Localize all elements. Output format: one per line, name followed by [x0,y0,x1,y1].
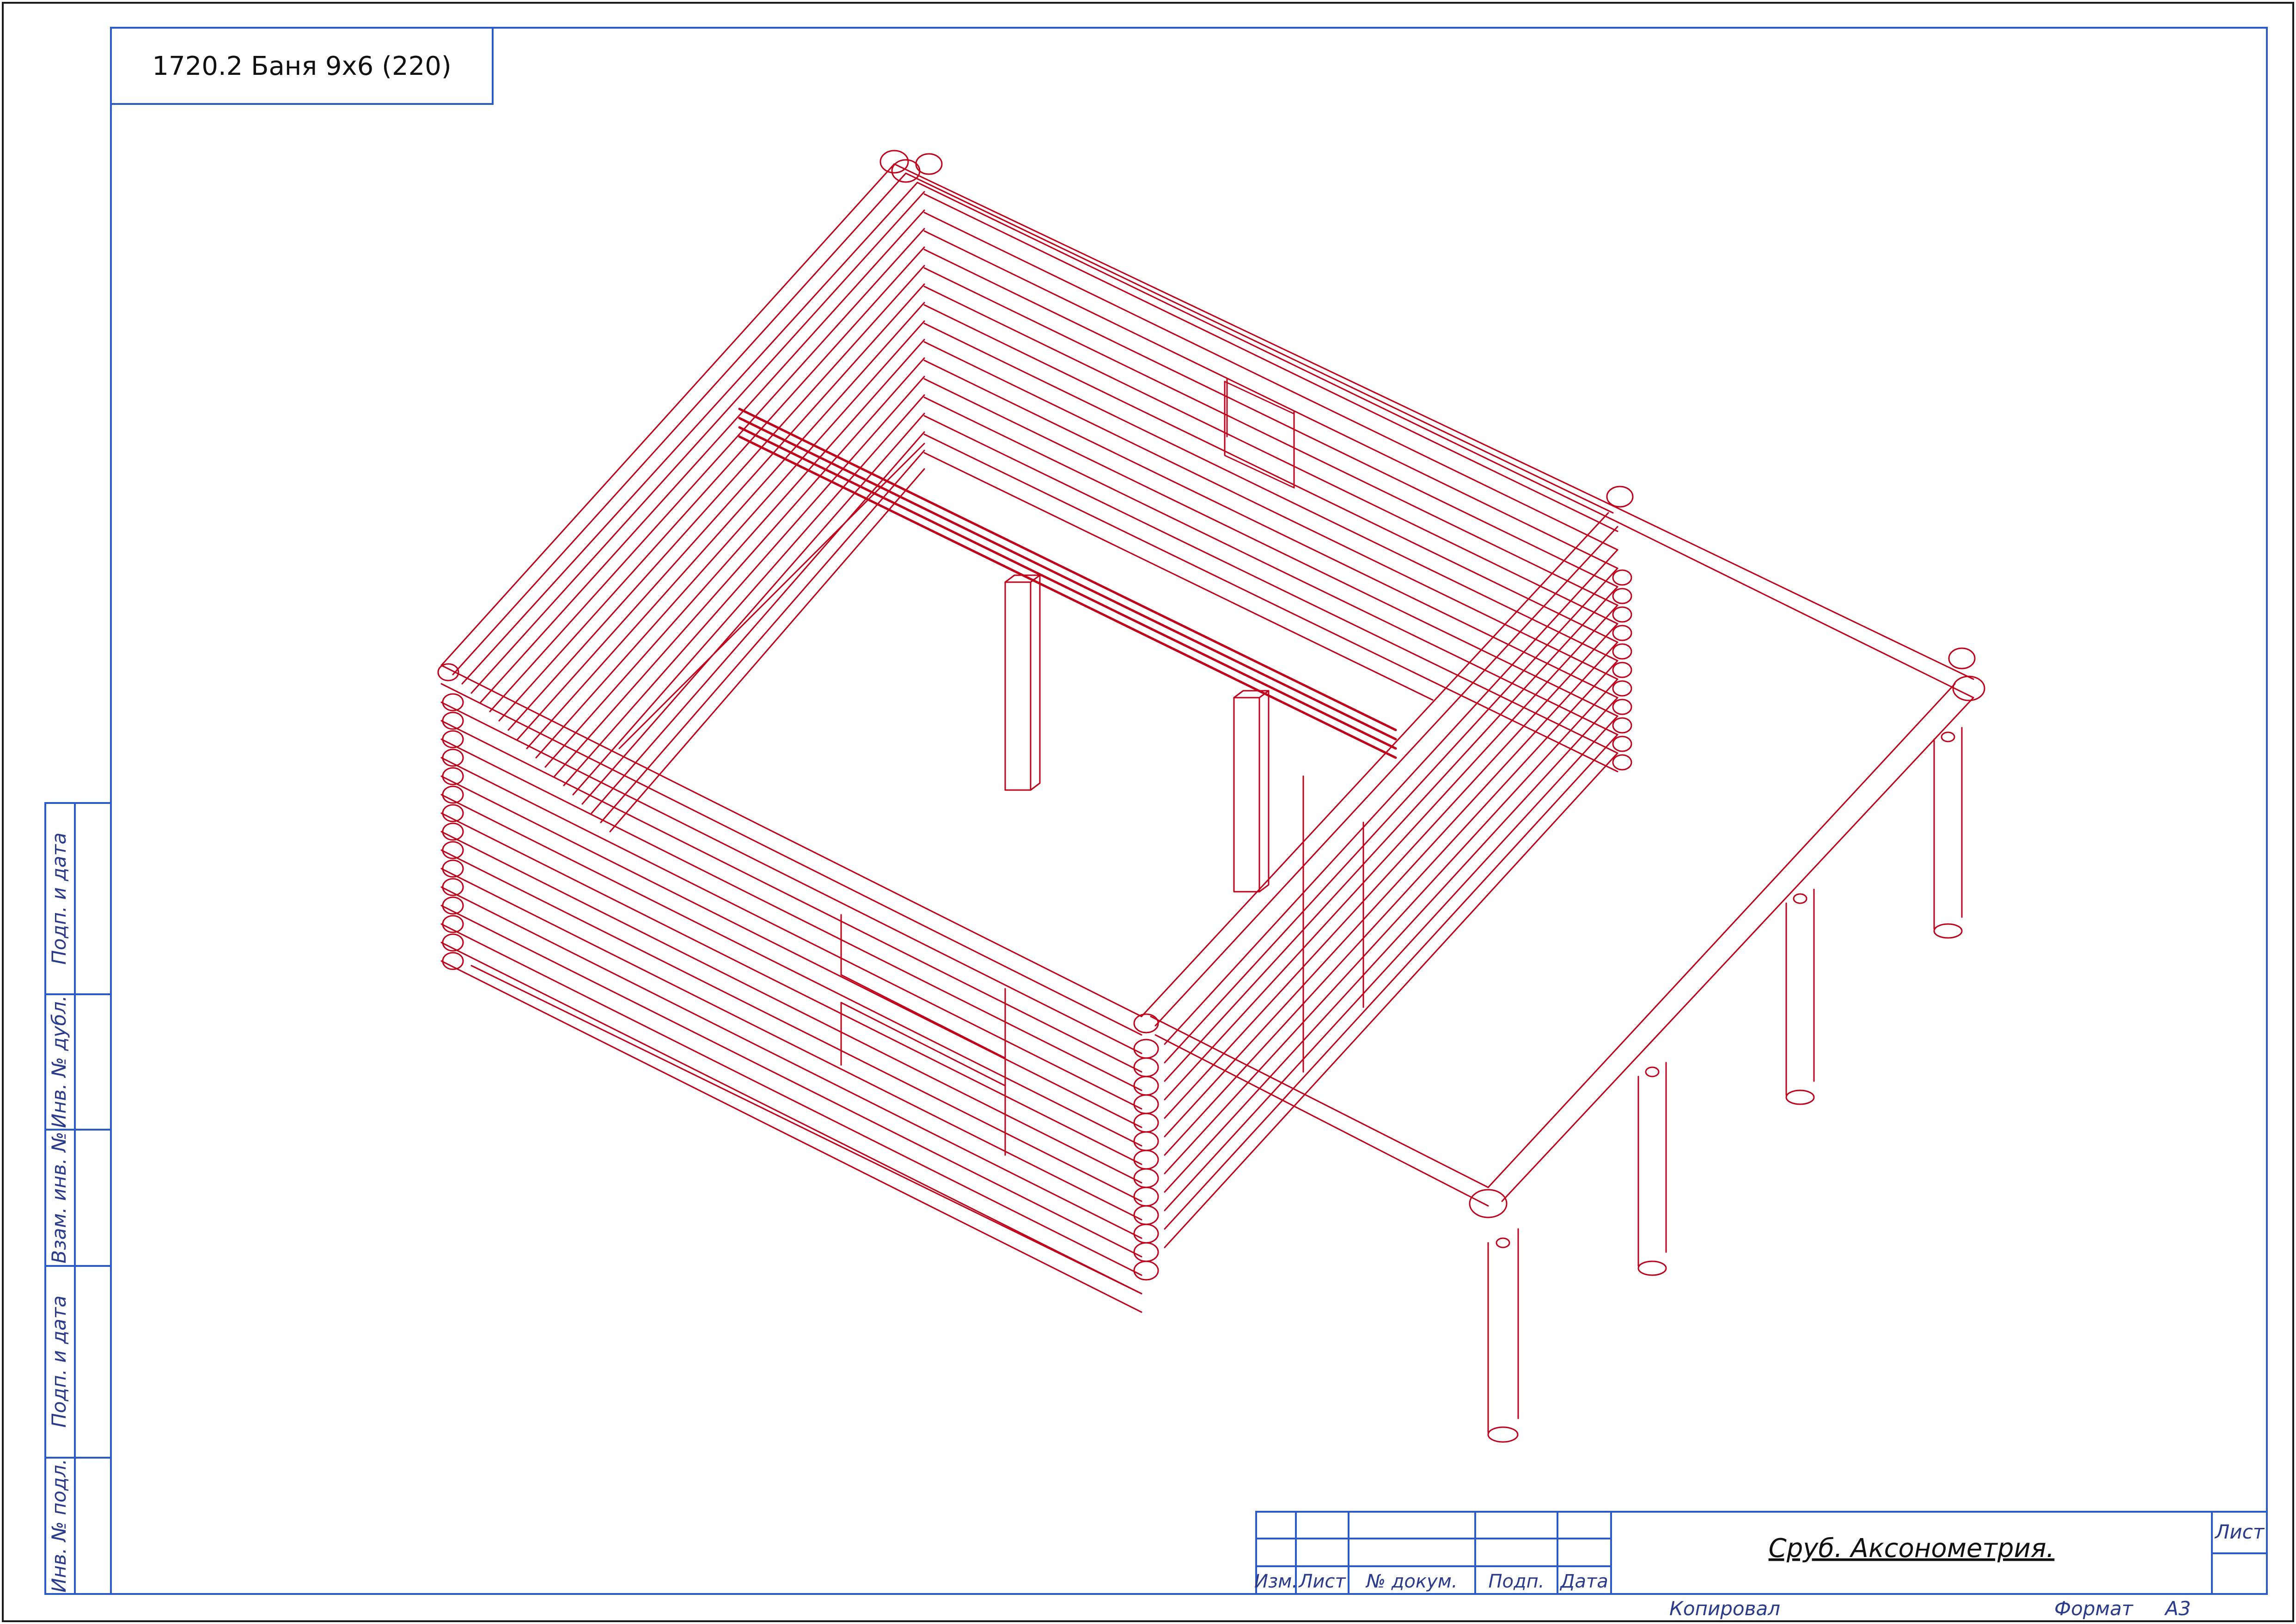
side-stamp-cell: Подп. и дата [48,833,70,965]
sheet-border [2,2,2294,1622]
header-list: Лист [1298,1571,1346,1592]
back-corner-caps [879,150,1976,669]
side-stamp-labels: Подп. и дата Инв. № дубл. Взам. инв. № П… [48,833,70,1593]
drawing-sheet: 1720.2 Баня 9х6 (220) Подп. и дата Инв. … [2,2,2294,1622]
header-doc-number: № докум. [1365,1571,1457,1592]
partition-wall [1141,512,1618,1248]
porch-frame [1150,503,1985,1218]
project-label: 1720.2 Баня 9х6 (220) [152,51,451,81]
porch-posts [1487,727,1963,1443]
header-izm: Изм. [1254,1571,1298,1592]
format-value: А3 [2164,1597,2191,1620]
sheet-label: Лист [2214,1521,2265,1543]
sheet-footer: Копировал Формат А3 [1669,1597,2191,1620]
side-stamp-cell: Взам. инв. № [48,1131,70,1263]
side-stamp-cell: Инв. № подл. [48,1459,70,1593]
header-date: Дата [1559,1571,1608,1592]
title-block-text: Изм. Лист № докум. Подп. Дата Сруб. Аксо… [1254,1521,2265,1592]
format-label: Формат [2054,1597,2134,1620]
partition-log-ends [1612,569,1632,771]
back-left-wall [440,163,925,833]
front-left-wall [440,664,1142,1313]
copied-by-label: Копировал [1669,1597,1780,1620]
side-stamp-cell: Подп. и дата [48,1296,70,1428]
side-stamp-cell: Инв. № дубл. [48,995,70,1128]
drawing-frame [110,27,2268,1595]
log-house-axonometry [437,150,1985,1443]
project-label-box: 1720.2 Баня 9х6 (220) [110,27,494,105]
left-corner-log-ends [437,663,464,970]
front-corner-log-ends [1133,1013,1159,1281]
drawing-title: Сруб. Аксонометрия. [1769,1533,2055,1563]
header-signature: Подп. [1488,1571,1544,1592]
interior-beam [738,408,1397,759]
